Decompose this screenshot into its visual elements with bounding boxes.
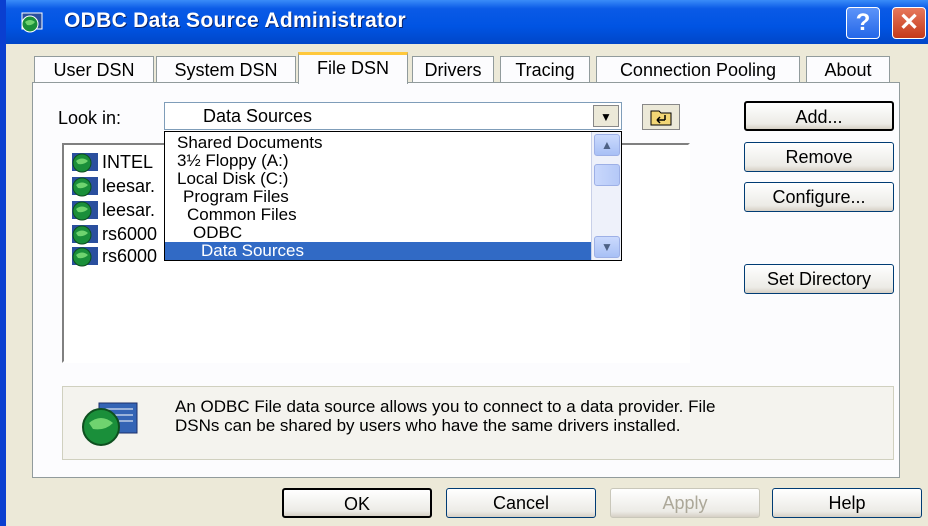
odbc-window: ODBC Data Source Administrator ? ✕ User … [0,0,928,526]
dropdown-option-data-sources[interactable]: Data Sources [165,242,591,260]
dropdown-option-shared-documents[interactable]: Shared Documents [165,134,603,152]
ok-button[interactable]: OK [282,488,432,518]
info-description: An ODBC File data source allows you to c… [175,397,875,435]
dsn-file-icon [72,201,98,221]
scroll-thumb[interactable] [594,164,620,186]
look-in-dropdown-list[interactable]: Shared Documents 3½ Floppy (A:) Local Di… [164,131,622,261]
dropdown-option-floppy[interactable]: 3½ Floppy (A:) [165,152,603,170]
title-close-button[interactable]: ✕ [892,7,926,39]
tab-connection-pooling[interactable]: Connection Pooling [596,56,800,82]
odbc-globe-icon [21,12,43,33]
tab-system-dsn[interactable]: System DSN [156,56,296,82]
tab-user-dsn[interactable]: User DSN [34,56,154,82]
list-item-name: rs6000 [102,224,158,244]
dropdown-option-common-files[interactable]: Common Files [165,206,613,224]
list-item-name: INTEL [102,152,154,172]
look-in-combobox[interactable]: Data Sources ▼ [164,102,622,130]
info-box: An ODBC File data source allows you to c… [62,386,894,460]
title-bar[interactable]: ODBC Data Source Administrator ? ✕ [6,0,928,44]
info-line-2: DSNs can be shared by users who have the… [175,416,681,435]
tab-about[interactable]: About [806,56,890,82]
odbc-info-icon [82,402,138,446]
dropdown-scrollbar[interactable]: ▲ ▼ [591,132,621,260]
tab-drivers[interactable]: Drivers [412,56,494,82]
dropdown-option-local-disk[interactable]: Local Disk (C:) [165,170,603,188]
list-item-name: leesar. [102,200,156,220]
dsn-file-icon [72,225,98,245]
look-in-dropdown-arrow[interactable]: ▼ [593,105,619,127]
apply-button[interactable]: Apply [610,488,760,518]
scroll-up-button[interactable]: ▲ [594,134,620,156]
up-one-level-button[interactable] [642,104,680,130]
help-button[interactable]: Help [772,488,922,518]
remove-button[interactable]: Remove [744,142,894,172]
list-item-name: rs6000 [102,246,158,266]
look-in-label: Look in: [58,108,122,128]
look-in-value: Data Sources [203,106,313,126]
list-item-name: leesar. [102,176,156,196]
dropdown-option-program-files[interactable]: Program Files [165,188,609,206]
tab-tracing[interactable]: Tracing [500,56,590,82]
window-title: ODBC Data Source Administrator [64,9,406,32]
dsn-file-icon [72,153,98,173]
dsn-file-icon [72,177,98,197]
dsn-file-icon [72,247,98,267]
tab-file-dsn[interactable]: File DSN [298,52,408,84]
configure-button[interactable]: Configure... [744,182,894,212]
title-help-button[interactable]: ? [846,7,880,39]
dialog-button-bar: OK Cancel Apply Help [6,478,928,526]
add-button[interactable]: Add... [744,101,894,131]
info-line-1: An ODBC File data source allows you to c… [175,397,716,416]
cancel-button[interactable]: Cancel [446,488,596,518]
scroll-down-button[interactable]: ▼ [594,236,620,258]
dropdown-option-odbc[interactable]: ODBC [165,224,619,242]
up-folder-icon [650,110,672,126]
set-directory-button[interactable]: Set Directory [744,264,894,294]
